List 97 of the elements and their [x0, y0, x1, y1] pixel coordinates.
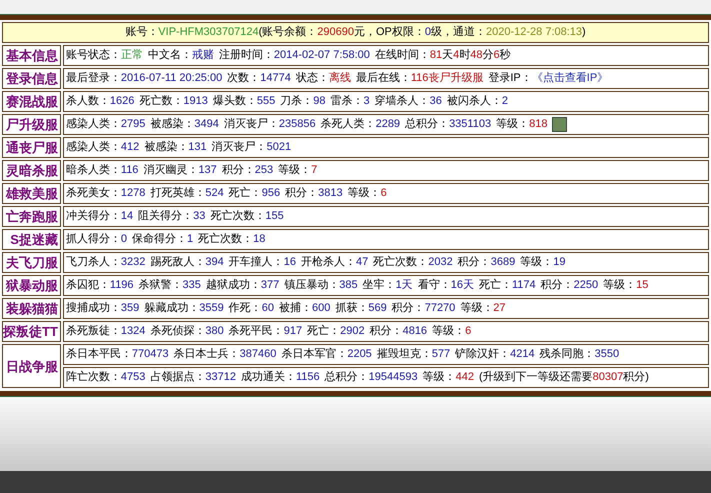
server-label: 基本信息 — [2, 45, 61, 66]
stat-text: 账号状态：正常 — [66, 48, 143, 63]
stat-text: 雷杀：3 — [330, 94, 370, 109]
server-label: 登录信息 — [2, 68, 61, 89]
stat-text: 消灭幽灵：137 — [143, 163, 217, 178]
stat-text: 杀死美女：1278 — [66, 186, 146, 201]
stat-text: 登录IP：《点击查看IP》 — [488, 70, 608, 86]
stat-text: 等级：27 — [460, 301, 506, 316]
stat-text: 杀死叛徒：1324 — [66, 324, 146, 339]
stat-text: 阵亡次数：4753 — [66, 370, 146, 385]
stat-text: 状态：离线 — [296, 70, 351, 86]
stat-text: 抓获：569 — [335, 301, 387, 316]
stat-text: 开枪杀人：47 — [300, 255, 368, 270]
stat-text: 死亡：1174 — [479, 278, 536, 293]
server-label: 赛混战服 — [2, 91, 61, 112]
stat-text: 越狱成功：377 — [206, 278, 280, 293]
stat-text: 杀死人类：2289 — [320, 117, 400, 132]
stat-text: 等级：6 — [432, 324, 472, 339]
stat-text: 等级：818 — [496, 117, 548, 132]
stat-text: 抓人得分：0 — [66, 232, 128, 247]
stat-text: 等级：6 — [348, 186, 387, 201]
stat-text: 中文名：戒赌 — [148, 48, 214, 63]
stat-text: 爆头数：555 — [212, 94, 276, 109]
stat-text: 开车撞人：16 — [228, 255, 296, 270]
stat-text: 在线时间：81天4时48分6秒 — [374, 48, 511, 63]
stat-text: 杀日本士兵：387460 — [174, 347, 276, 362]
photo-placeholder — [552, 117, 568, 132]
account-header: 账号：VIP-HFM303707124(账号余额：290690元，OP权限：0级，通道：2020-12-28 7:08:13) — [2, 22, 709, 43]
server-label: 尸升级服 — [2, 114, 61, 135]
stat-text: 消灭丧尸：235856 — [224, 117, 316, 132]
stat-text: 坐牢：1天 — [362, 278, 413, 293]
server-label: 夫飞刀服 — [2, 252, 61, 273]
stat-text: 死亡：956 — [228, 186, 280, 201]
stat-text: 杀狱警：335 — [138, 278, 201, 293]
server-label: 狱暴动服 — [2, 275, 61, 296]
stat-text: 刀杀：98 — [280, 94, 326, 109]
stat-text: 死亡数：1913 — [139, 94, 208, 109]
stat-text: 最后登录：2016-07-11 20:25:00 — [66, 71, 222, 86]
stat-text: 积分：3813 — [285, 186, 343, 201]
stat-text: 总积分：3351103 — [405, 117, 492, 132]
stat-text: 阻关得分：33 — [138, 208, 206, 224]
stat-text: 杀囚犯：1196 — [66, 278, 134, 293]
stat-text: (升级到下一等级还需要80307积分) — [478, 370, 649, 385]
stat-text: 积分：4816 — [370, 324, 428, 339]
stat-text: 等级：15 — [603, 278, 648, 293]
server-label: 日战争服 — [2, 344, 61, 388]
stat-text: 消灭丧尸：5021 — [212, 140, 292, 155]
stat-text: 杀死平民：917 — [228, 324, 302, 339]
stat-text: 积分：2250 — [540, 278, 598, 293]
stat-text: 残杀同胞：3550 — [540, 347, 620, 362]
stat-text: 被感染：3494 — [150, 116, 219, 132]
server-label: 探叛徒TT — [2, 321, 61, 342]
stat-text: 次数：14774 — [227, 71, 291, 86]
stat-text: 等级：7 — [278, 163, 318, 178]
stat-text: 打死英雄：524 — [150, 186, 224, 201]
stat-text: 占领据点：33712 — [150, 370, 236, 385]
stat-text: 总积分：19544593 — [324, 370, 418, 385]
stat-text: 镇压暴动：385 — [284, 278, 358, 293]
server-label: 灵暗杀服 — [2, 160, 61, 181]
stat-text: 躲藏成功：3559 — [144, 300, 224, 316]
stat-text: 铲除汉奸：4214 — [455, 347, 535, 362]
stat-text: 被捕：600 — [278, 300, 330, 316]
stat-text: 冲关得分：14 — [66, 208, 134, 224]
stat-text: 搜捕成功：359 — [66, 300, 140, 316]
stat-text: 积分：3689 — [458, 255, 516, 270]
stat-text: 积分：77270 — [392, 301, 456, 316]
stat-text: 死亡：2902 — [307, 324, 365, 339]
stat-text: 死亡次数：155 — [210, 208, 284, 224]
stat-text: 积分：253 — [222, 163, 274, 178]
stat-text: 等级：19 — [520, 255, 566, 270]
stat-text: 杀人数：1626 — [66, 94, 134, 109]
stat-text: 注册时间：2014-02-07 7:58:00 — [218, 48, 370, 63]
stat-text: 摧毁坦克：577 — [376, 347, 450, 362]
stat-text: 杀日本平民：770473 — [66, 347, 169, 362]
stat-text: 杀日本军官：2205 — [281, 346, 372, 362]
server-label: 装躲猫猫 — [2, 298, 61, 319]
stat-text: 成功通关：1156 — [240, 370, 320, 385]
stat-text: 感染人类：412 — [66, 140, 140, 155]
stat-text: 暗杀人类：116 — [66, 162, 138, 178]
server-label: S捉迷藏 — [2, 229, 61, 250]
stat-text: 被感染：131 — [144, 140, 207, 155]
stat-text: 作死：60 — [228, 301, 274, 316]
stat-text: 穿墙杀人：36 — [374, 94, 442, 109]
stat-text: 被闪杀人：2 — [446, 94, 508, 109]
server-label: 通丧尸服 — [2, 137, 61, 158]
server-label: 雄救美服 — [2, 183, 61, 204]
stat-text: 感染人类：2795 — [66, 116, 146, 132]
stat-text: 死亡次数：18 — [198, 232, 266, 247]
stat-text: 死亡次数：2032 — [373, 254, 453, 270]
stat-text: 踢死敌人：394 — [150, 255, 224, 270]
stat-text: 保命得分：1 — [132, 232, 194, 247]
stat-text: 飞刀杀人：3232 — [66, 255, 146, 270]
stat-text: 最后在线：116丧尸升级服 — [356, 71, 484, 86]
stat-text: 看守：16天 — [418, 278, 474, 293]
server-label: 亡奔跑服 — [2, 206, 61, 227]
stat-text: 杀死侦探：380 — [150, 324, 224, 339]
stat-text: 等级：442 — [422, 370, 474, 385]
